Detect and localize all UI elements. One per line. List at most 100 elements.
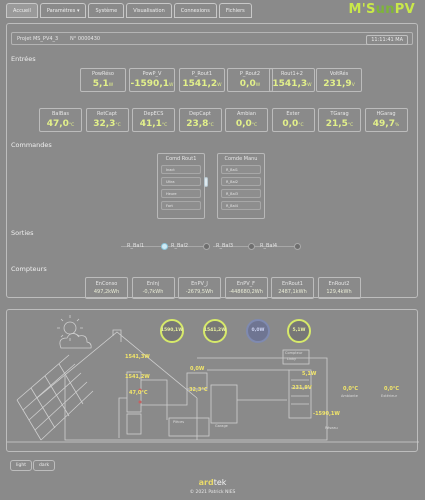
sortie-rbal1: R_Bal1 — [127, 243, 145, 249]
metric-label: DepECS — [143, 111, 164, 117]
counter-value: 497,2kWh — [93, 289, 120, 295]
metric-unit: W — [169, 83, 174, 88]
dark-theme-button[interactable]: dark — [33, 460, 56, 471]
serial-number: N° 0000430 — [70, 36, 101, 42]
counter-value: 2487,1kWh — [278, 289, 307, 295]
metric-unit: V — [351, 83, 355, 88]
tab-systeme[interactable]: Système — [88, 3, 125, 18]
command-manu-rbal2[interactable]: R_Bal2 — [221, 177, 261, 186]
sortie-rbal2-indicator — [203, 243, 210, 250]
tab-visualisation[interactable]: Visualisation — [126, 3, 172, 18]
metric-value: 0,0°C — [273, 119, 314, 129]
counter-value: -448680,2Wh — [229, 289, 263, 295]
metric-number: 0,0 — [235, 119, 252, 129]
metric-label: P_Rout2 — [239, 71, 261, 77]
light-theme-button[interactable]: light — [10, 460, 32, 471]
counter-enpvf: EnPV_F -448680,2Wh — [224, 277, 268, 299]
metric-label: PowP_V — [142, 71, 162, 77]
section-sorties: Sorties — [11, 229, 34, 237]
metric-label: TGarag — [330, 111, 349, 117]
project-name: Projet MS_PV4_3 — [17, 36, 59, 42]
metric-hgarag: HGarag 49,7% — [364, 108, 408, 132]
metric-ambian: Ambian 0,0°C — [225, 108, 268, 132]
project-bar: Projet MS_PV4_3 N° 0000430 11:11:41 MA — [11, 32, 413, 45]
label-exterieur: Extérieur — [381, 394, 398, 398]
label-ambiante: Ambiante — [341, 394, 358, 398]
main-nav: Accueil Paramètres ▾ Système Visualisati… — [6, 3, 252, 19]
metric-value: 5,1W — [81, 79, 125, 89]
metric-label: VoltRés — [329, 71, 349, 77]
metric-unit: % — [394, 123, 400, 128]
command-manu-rbal3[interactable]: R_Bal3 — [221, 189, 261, 198]
label-temp2: 32,3°C — [189, 387, 208, 393]
metric-value: 41,1°C — [133, 119, 174, 129]
metric-value: 47,0°C — [40, 119, 81, 129]
metric-prout1: P_Rout1 1541,2W — [179, 68, 225, 92]
metric-unit: °C — [208, 123, 214, 128]
tab-fichiers[interactable]: Fichiers — [218, 3, 252, 18]
gauge-rout1-value: 1541,2W — [203, 328, 227, 333]
metric-number: 0,0 — [282, 119, 299, 129]
metric-unit: °C — [347, 123, 354, 128]
label-reseau-ch: Réseau — [325, 426, 338, 430]
metric-value: 1541,2W — [180, 79, 224, 89]
metric-value: 32,3°C — [87, 119, 128, 129]
label-pv-top: 1541,3W — [125, 354, 150, 360]
label-pieces: Pièces — [173, 420, 185, 424]
metric-unit: °C — [298, 123, 304, 128]
metric-number: 21,5 — [325, 119, 348, 129]
section-compteurs: Compteurs — [11, 265, 47, 273]
metric-balbas: BalBas 47,0°C — [39, 108, 82, 132]
metric-depecs: DepECS 41,1°C — [132, 108, 175, 132]
counter-enrout2: EnRout2 129,4kWh — [317, 277, 361, 299]
label-pv-total: -1590,1W — [313, 411, 340, 417]
command-rout1-fort[interactable]: Fort — [161, 201, 201, 210]
metric-number: 49,7 — [372, 119, 395, 129]
metric-number: 41,1 — [139, 119, 162, 129]
counter-enrout1: EnRout1 2487,1kWh — [271, 277, 314, 299]
metric-unit: °C — [251, 123, 258, 128]
sortie-rbal4-indicator — [294, 243, 301, 250]
label-temp1: 47,0°C — [129, 390, 148, 396]
metric-value: 0,0W — [228, 79, 272, 89]
metric-exter: Exter 0,0°C — [271, 108, 315, 132]
label-temp4: 0,0°C — [384, 386, 400, 392]
sortie-rbal3-indicator — [248, 243, 255, 250]
counter-label: EnRout1 — [282, 281, 303, 287]
metric-number: 32,3 — [93, 119, 116, 129]
label-linky: Linky — [287, 357, 297, 361]
metric-label: Ambian — [236, 111, 257, 117]
tab-accueil[interactable]: Accueil — [6, 3, 38, 18]
label-voltage: 231,9V — [292, 385, 312, 391]
metric-value: 23,8°C — [180, 119, 221, 129]
section-commandes: Commandes — [11, 141, 52, 149]
app-logo: M'SunPV — [348, 2, 415, 17]
metric-label: Exter — [286, 111, 300, 117]
metric-unit: W — [217, 83, 222, 88]
metric-label: P_Rout1 — [191, 71, 213, 77]
tab-connexions[interactable]: Connexions — [173, 3, 217, 18]
command-rout1-heure[interactable]: Heure — [161, 189, 201, 198]
metric-prout2: P_Rout2 0,0W — [227, 68, 273, 92]
counter-label: EnRout2 — [328, 281, 350, 287]
command-rout1-ultra[interactable]: Ultra — [161, 177, 201, 186]
rout1-mode-toggle[interactable] — [204, 177, 208, 187]
command-manu-rbal1[interactable]: R_Bal1 — [221, 165, 261, 174]
metric-unit: W — [108, 83, 114, 88]
metric-powrso: PowRéso 5,1W — [80, 68, 126, 92]
metric-label: PowRéso — [92, 71, 114, 77]
footer-brand: ardtek — [198, 478, 227, 487]
sortie-rbal3: R_Bal3 — [216, 243, 234, 249]
metric-number: 1541,3 — [272, 79, 308, 89]
sortie-rbal2: R_Bal2 — [171, 243, 189, 249]
counter-value: 129,4kWh — [326, 289, 352, 295]
tab-parametres[interactable]: Paramètres ▾ — [39, 3, 87, 18]
label-reseau: 5,1W — [302, 371, 317, 377]
command-rout1-title: Comd Rout1 — [165, 156, 197, 162]
command-rout1: Comd Rout1 Inact Ultra Heure Fort — [157, 153, 205, 219]
metric-number: 0,0 — [239, 79, 256, 89]
command-manu-rbal4[interactable]: R_Bal4 — [221, 201, 261, 210]
counter-enpvj: EnPV_J -2679,5Wh — [178, 277, 221, 299]
command-rout1-inact[interactable]: Inact — [161, 165, 201, 174]
section-entrees: Entrées — [11, 55, 36, 63]
